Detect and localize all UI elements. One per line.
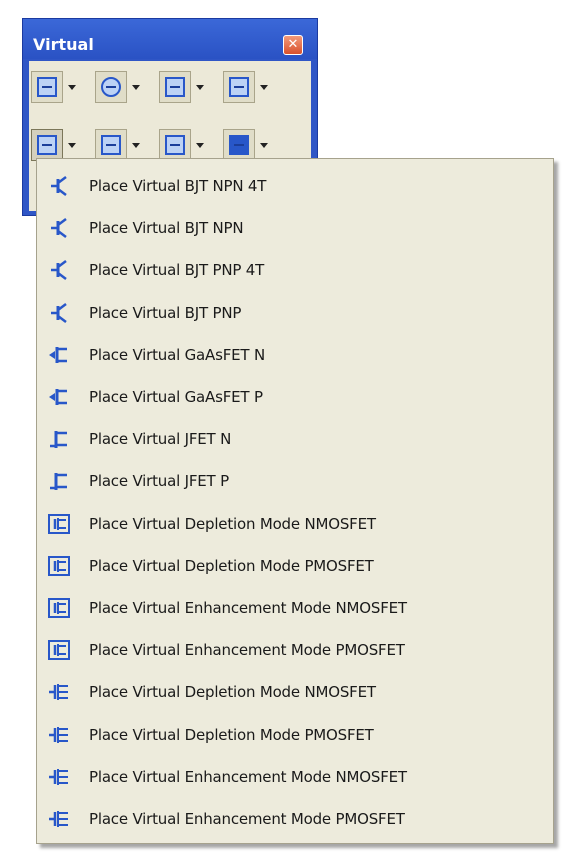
menu-item[interactable]: Place Virtual JFET P	[37, 460, 553, 502]
menu-item[interactable]: Place Virtual BJT PNP	[37, 292, 553, 334]
menu-item[interactable]: Place Virtual Depletion Mode PMOSFET	[37, 545, 553, 587]
menu-item-label: Place Virtual Enhancement Mode NMOSFET	[89, 767, 407, 786]
misc-component-icon	[165, 135, 185, 155]
close-icon: ✕	[287, 37, 299, 52]
menu-item-label: Place Virtual Enhancement Mode PMOSFET	[89, 810, 405, 828]
toolbar-dropdown-arrow[interactable]	[257, 71, 271, 103]
menu-item[interactable]: Place Virtual BJT PNP 4T	[37, 249, 553, 291]
toolbar-button-measurement[interactable]	[159, 71, 191, 103]
menu-item[interactable]: Place Virtual Depletion Mode NMOSFET	[37, 503, 553, 545]
menu-item-label: Place Virtual GaAsFET N	[89, 345, 265, 364]
menu-item-label: Place Virtual Depletion Mode NMOSFET	[89, 683, 376, 702]
toolbar-dropdown-arrow[interactable]	[257, 129, 271, 161]
bjt-npn-icon	[51, 218, 67, 239]
toolbar-button-transistors[interactable]	[31, 129, 63, 161]
menu-item[interactable]: Place Virtual BJT NPN	[37, 207, 553, 249]
toolbar-button-analog[interactable]	[95, 129, 127, 161]
depletion-nmosfet-4t-icon	[49, 684, 68, 701]
toolbar-button-misc[interactable]	[159, 129, 191, 161]
gaasfet-n-icon	[49, 346, 67, 363]
menu-item-label: Place Virtual JFET N	[89, 430, 232, 449]
toolbar-dropdown-arrow[interactable]	[193, 129, 207, 161]
menu-item[interactable]: Place Virtual Enhancement Mode PMOSFET	[37, 629, 553, 671]
menu-item[interactable]: Place Virtual Enhancement Mode NMOSFET	[37, 756, 553, 798]
menu-item-label: Place Virtual GaAsFET P	[89, 388, 263, 406]
jfet-p-icon	[50, 473, 67, 491]
toolbar-button-rated[interactable]	[223, 129, 255, 161]
jfet-n-icon	[50, 431, 67, 449]
measurement-icon	[165, 77, 185, 97]
bjt-pnp-4t-icon	[51, 260, 67, 281]
menu-item-label: Place Virtual BJT PNP	[89, 303, 242, 322]
bjt-npn-4t-icon	[51, 176, 67, 196]
transistor-group-icon	[37, 77, 57, 97]
enhancement-pmosfet-4t-icon	[49, 811, 68, 827]
gaasfet-p-icon	[49, 389, 67, 405]
toolbar-dropdown-arrow[interactable]	[65, 129, 79, 161]
menu-item[interactable]: Place Virtual GaAsFET N	[37, 334, 553, 376]
menu-item[interactable]: Place Virtual Enhancement Mode PMOSFET	[37, 798, 553, 840]
toolbar-button-diode[interactable]	[223, 71, 255, 103]
toolbar-button-transistor-group[interactable]	[31, 71, 63, 103]
analog-amplifier-icon	[101, 135, 121, 155]
menu-item-label: Place Virtual BJT NPN 4T	[89, 177, 267, 195]
toolbar-row-1	[31, 67, 309, 107]
menu-item-label: Place Virtual JFET P	[89, 472, 229, 491]
menu-item[interactable]: Place Virtual JFET N	[37, 418, 553, 460]
toolbar-dropdown-arrow[interactable]	[65, 71, 79, 103]
menu-item-label: Place Virtual Depletion Mode NMOSFET	[89, 514, 376, 533]
transistor-dropdown-menu: Place Virtual BJT NPN 4T Place Virtual BJ…	[36, 158, 554, 844]
toolbar-button-source[interactable]	[95, 71, 127, 103]
title-bar[interactable]: Virtual ✕	[23, 19, 317, 59]
depletion-pmosfet-4t-icon	[49, 726, 68, 743]
menu-item-label: Place Virtual Enhancement Mode PMOSFET	[89, 641, 405, 660]
depletion-nmosfet-icon	[48, 513, 70, 534]
menu-item-label: Place Virtual Depletion Mode PMOSFET	[89, 725, 374, 744]
menu-item-label: Place Virtual Depletion Mode PMOSFET	[89, 556, 374, 575]
menu-item[interactable]: Place Virtual BJT NPN 4T	[37, 165, 553, 207]
circle-source-icon	[101, 77, 121, 97]
rated-component-icon	[229, 135, 249, 155]
menu-item-label: Place Virtual Enhancement Mode NMOSFET	[89, 599, 407, 617]
menu-item[interactable]: Place Virtual Depletion Mode PMOSFET	[37, 714, 553, 756]
menu-item-label: Place Virtual BJT NPN	[89, 219, 244, 238]
bjt-pnp-icon	[51, 302, 67, 323]
enhancement-nmosfet-4t-icon	[49, 768, 68, 785]
toolbar-dropdown-arrow[interactable]	[129, 129, 143, 161]
window-title: Virtual	[33, 35, 94, 54]
menu-item[interactable]: Place Virtual Depletion Mode NMOSFET	[37, 671, 553, 713]
diode-icon	[229, 77, 249, 97]
transistor-group-icon	[37, 135, 57, 155]
menu-item-label: Place Virtual BJT PNP 4T	[89, 261, 265, 280]
menu-item[interactable]: Place Virtual Enhancement Mode NMOSFET	[37, 587, 553, 629]
depletion-pmosfet-icon	[48, 555, 70, 576]
menu-item[interactable]: Place Virtual GaAsFET P	[37, 376, 553, 418]
toolbar-dropdown-arrow[interactable]	[129, 71, 143, 103]
toolbar-dropdown-arrow[interactable]	[193, 71, 207, 103]
enhancement-nmosfet-icon	[48, 598, 70, 618]
enhancement-pmosfet-icon	[48, 640, 70, 661]
close-button[interactable]: ✕	[283, 35, 303, 55]
